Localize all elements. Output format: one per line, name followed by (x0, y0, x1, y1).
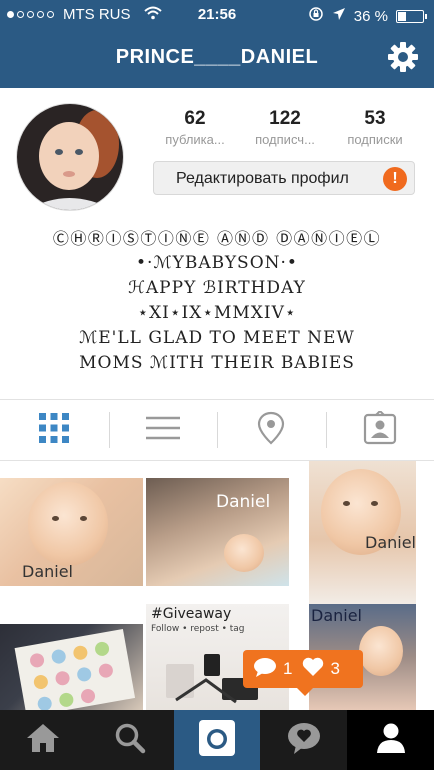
stat-value: 62 (184, 108, 206, 129)
stat-label: подписки (347, 132, 403, 147)
comments-count-group: 1 (243, 657, 292, 682)
baby-eye (80, 516, 87, 521)
list-icon (145, 415, 180, 446)
stat-value: 53 (364, 108, 386, 129)
profile-tab[interactable] (347, 710, 434, 770)
home-tab[interactable] (0, 710, 87, 770)
activity-tab[interactable] (260, 710, 347, 770)
stat-label: подписч... (255, 132, 315, 147)
photo-thumbnail[interactable]: Daniel (0, 478, 143, 586)
baby-eye (371, 501, 378, 506)
edit-profile-label: Редактировать профил (176, 170, 349, 187)
profile-icon (375, 722, 407, 759)
grid-icon (38, 412, 70, 449)
following-count[interactable]: 53 подписки (332, 108, 418, 147)
tagged-view-tab[interactable] (325, 400, 434, 460)
battery-percent: 36 % (353, 7, 388, 25)
home-icon (25, 722, 61, 759)
grid-view-tab[interactable] (0, 400, 109, 460)
baby-eye (343, 501, 350, 506)
location-pin-icon (257, 411, 285, 450)
photo-caption: Follow • repost • tag (151, 624, 245, 634)
photo-caption: #Giveaway (151, 606, 232, 622)
heart-icon (302, 657, 324, 682)
map-view-tab[interactable] (217, 400, 326, 460)
bottom-tab-bar (0, 710, 434, 770)
activity-icon (286, 721, 322, 760)
rotation-lock-icon (308, 6, 324, 26)
posts-count[interactable]: 62 публика... (152, 108, 238, 147)
comment-icon (253, 657, 277, 682)
photo-caption: Daniel (311, 606, 362, 625)
baby-eye (52, 516, 59, 521)
view-switcher (0, 399, 434, 461)
search-tab[interactable] (87, 710, 174, 770)
baby-face (224, 534, 264, 572)
photo-thumbnail[interactable]: Daniel (309, 461, 416, 604)
followers-count[interactable]: 122 подписч... (242, 108, 328, 147)
bio-line: •·ℳYBABYSON·• (136, 253, 298, 273)
comments-count: 1 (283, 659, 293, 678)
status-right: 36 % (308, 6, 427, 26)
photo-caption: Daniel (365, 533, 416, 552)
baby-face (28, 482, 108, 566)
likes-count: 3 (330, 659, 340, 678)
profile-bio: ⒸⒽⓇⒾⓈⓉⒾⓃⒺ ⒶⓃⒹ ⒹⒶⓃⒾⒺⓁ •·ℳYBABYSON·• ℋAPPY… (0, 226, 434, 376)
stat-value: 122 (269, 108, 301, 129)
edit-profile-button[interactable]: Редактировать профил ! (153, 161, 415, 195)
list-view-tab[interactable] (108, 400, 218, 460)
battery-fill (398, 11, 406, 21)
camera-tab[interactable] (173, 710, 261, 770)
tagged-person-icon (363, 409, 397, 450)
search-icon (114, 722, 146, 759)
warning-badge: ! (383, 167, 407, 191)
profile-username: PRINCE____DANIEL (115, 46, 319, 68)
top-bar: MTS RUS 21:56 36 % PRINCE____DANIEL (0, 0, 434, 88)
gear-icon[interactable] (386, 40, 420, 74)
activity-notification[interactable]: 1 3 (243, 650, 363, 696)
photo-caption: Daniel (22, 562, 73, 581)
bio-line: ℋAPPY ℬIRTHDAY (128, 278, 306, 298)
bio-line: ℳE'LL GLAD TO MEET NEW (79, 328, 355, 348)
stat-label: публика... (165, 132, 225, 147)
bio-line: MOMS ℳITH THEIR BABIES (79, 353, 355, 373)
camera-icon (198, 719, 236, 762)
likes-count-group: 3 (292, 657, 340, 682)
bio-line: ⋆XI⋆IX⋆MMXIV⋆ (137, 303, 297, 323)
mother-face (359, 626, 403, 676)
owl-book-illustration (14, 628, 136, 710)
photo-thumbnail[interactable] (0, 624, 143, 710)
profile-stats: 62 публика... 122 подписч... 53 подписки (150, 108, 420, 147)
bio-line: ⒸⒽⓇⒾⓈⓉⒾⓃⒺ ⒶⓃⒹ ⒹⒶⓃⒾⒺⓁ (52, 229, 382, 248)
photo-thumbnail[interactable]: Daniel (146, 478, 289, 586)
photo-caption: Daniel (216, 492, 271, 512)
status-bar: MTS RUS 21:56 36 % (0, 0, 434, 30)
avatar[interactable] (16, 103, 124, 211)
location-arrow-icon (332, 7, 346, 25)
battery-icon (396, 9, 427, 23)
